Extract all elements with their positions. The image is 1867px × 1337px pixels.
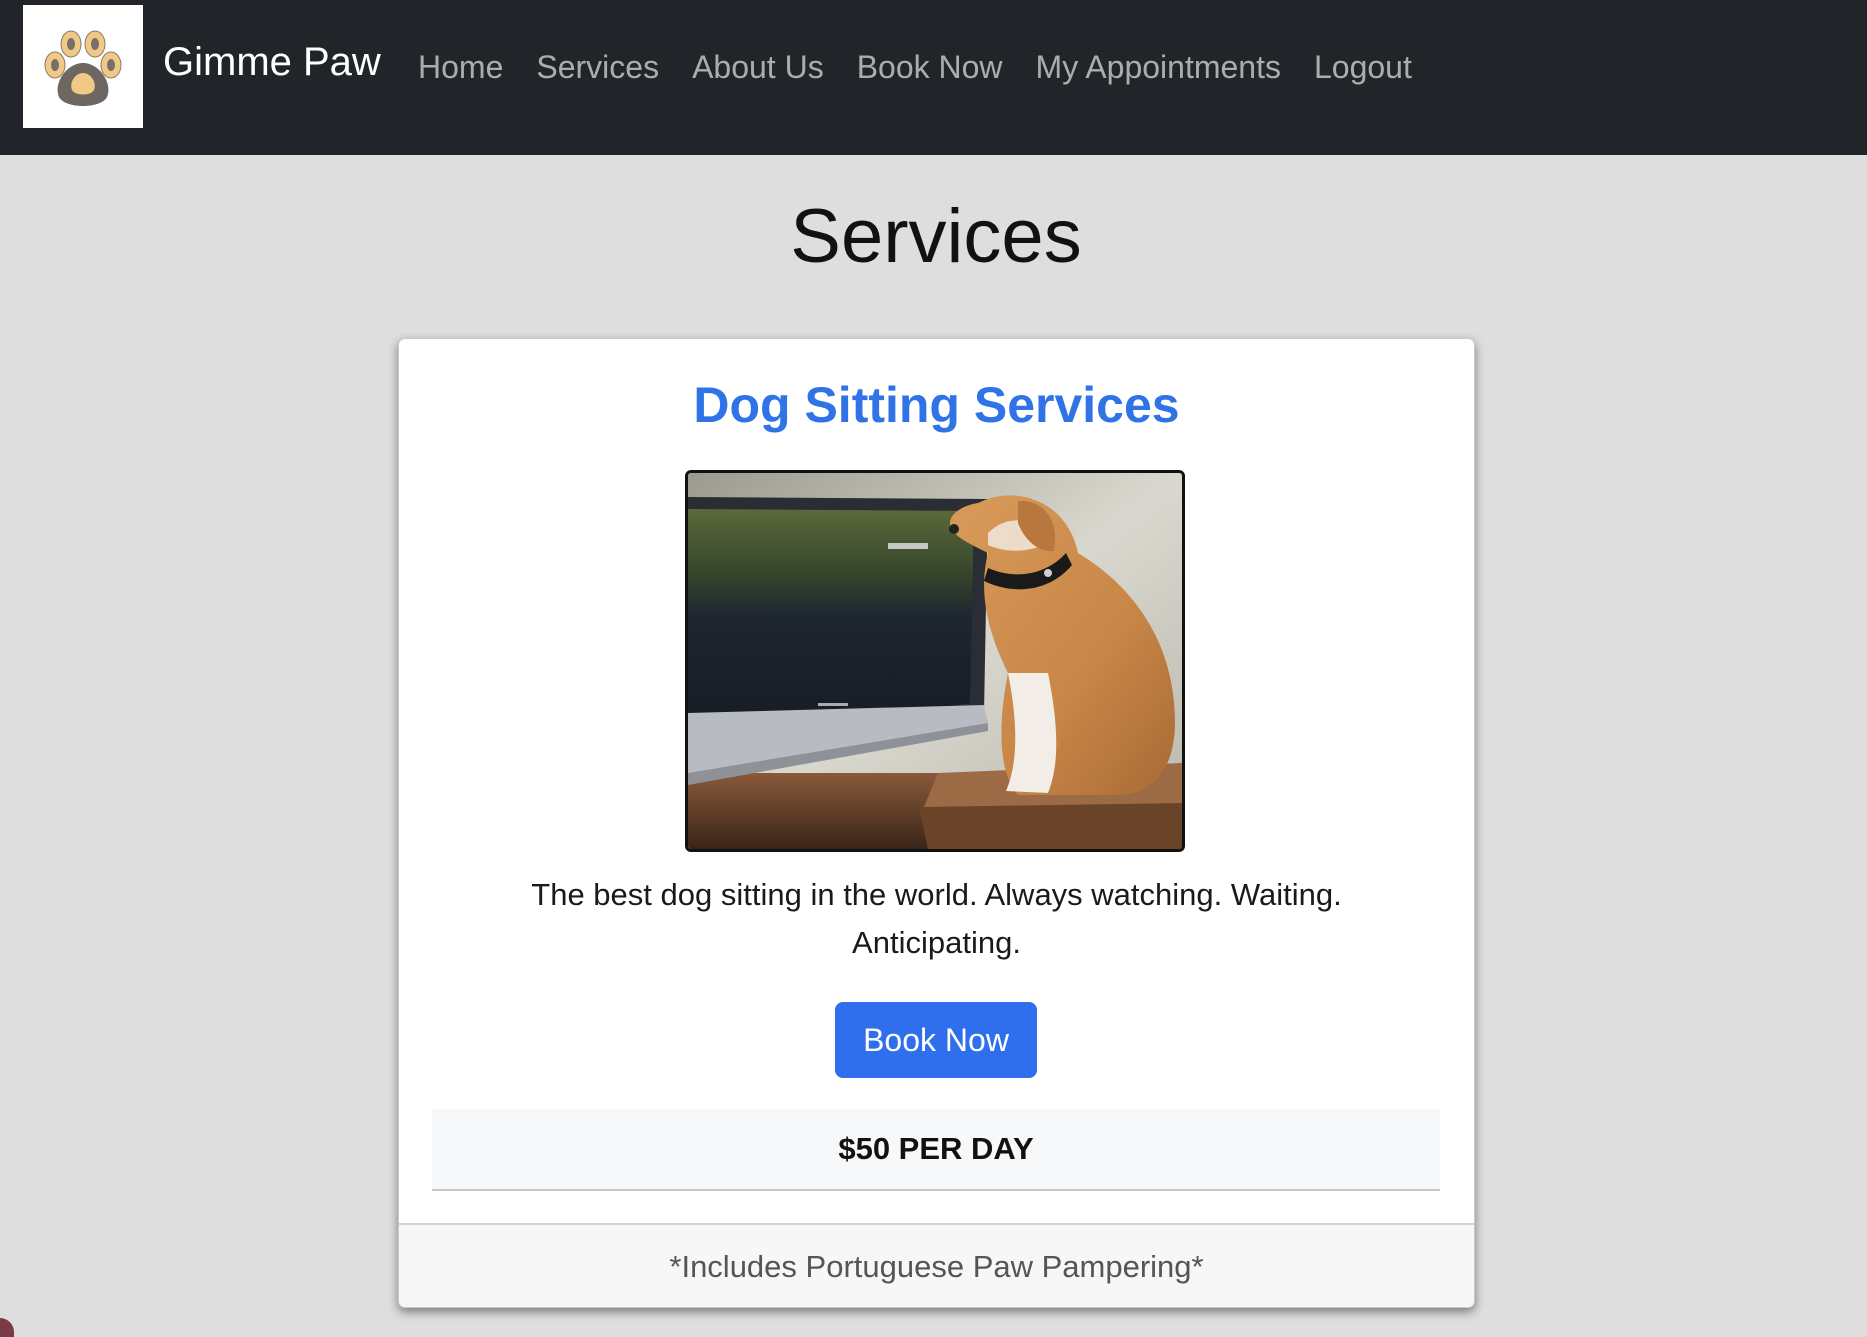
paw-icon [44,30,122,106]
dog-watching-tv-photo [688,473,1182,849]
navbar: Gimme Paw Home Services About Us Book No… [0,0,1867,155]
nav-item-book-now[interactable]: Book Now [857,44,1003,90]
service-image [685,470,1185,852]
nav-links: Home Services About Us Book Now My Appoi… [418,44,1445,90]
service-title: Dog Sitting Services [693,377,1180,433]
service-description: The best dog sitting in the world. Alway… [531,877,1342,960]
nav-item-services[interactable]: Services [536,44,659,90]
price-label: $50 PER DAY [432,1109,1440,1191]
brand-name[interactable]: Gimme Paw [163,40,381,85]
brand-logo[interactable] [23,5,143,128]
book-now-button[interactable]: Book Now [835,1002,1037,1078]
card-footer-note: *Includes Portuguese Paw Pampering* [399,1223,1474,1307]
nav-item-logout[interactable]: Logout [1314,44,1412,90]
corner-decoration [0,1318,14,1337]
nav-item-my-appointments[interactable]: My Appointments [1036,44,1281,90]
page-title: Services [790,194,1082,279]
nav-item-about-us[interactable]: About Us [692,44,824,90]
nav-item-home[interactable]: Home [418,44,503,90]
service-card: Dog Sitting Services The best dog sittin… [398,338,1475,1308]
